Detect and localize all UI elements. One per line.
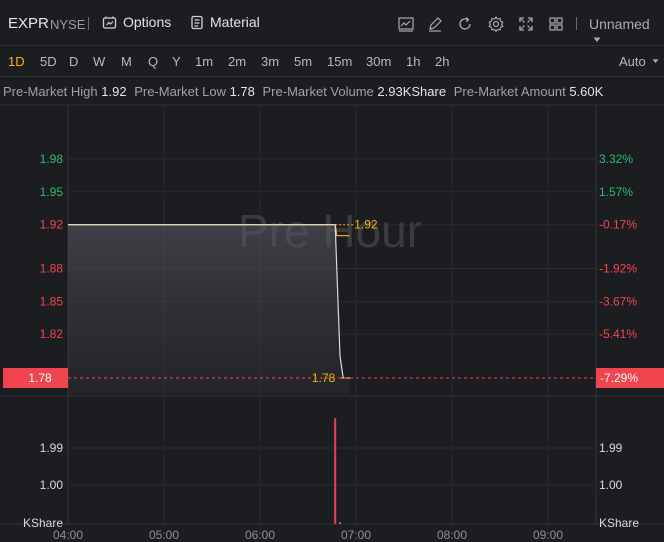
percent-tick-label: 1.57% [599,185,633,199]
volume-tick-label: 1.99 [599,441,623,455]
current-price-label: 1.78 [28,371,52,385]
price-area [68,224,350,394]
price-tick-label: 1.88 [40,262,64,276]
volume-bar [339,522,341,524]
volume-tick-label: 1.00 [599,478,623,492]
volume-tick-label: 1.00 [40,478,64,492]
price-tick-label: 1.92 [40,218,64,232]
high-marker-label: 1.92 [354,218,378,232]
price-tick-label: 1.85 [40,294,64,308]
volume-bar [334,418,337,524]
volume-unit-label: KShare [23,516,63,530]
percent-tick-label: -5.41% [599,327,637,341]
volume-tick-label: 1.99 [40,441,64,455]
time-tick-label: 06:00 [245,528,275,542]
time-tick-label: 07:00 [341,528,371,542]
time-tick-label: 04:00 [53,528,83,542]
time-tick-label: 08:00 [437,528,467,542]
percent-tick-label: -1.92% [599,262,637,276]
chart-series: 1.921.78 [68,218,596,524]
price-tick-label: 1.95 [40,185,64,199]
percent-tick-label: -0.17% [599,218,637,232]
percent-tick-label: -3.67% [599,294,637,308]
price-tick-label: 1.98 [40,152,64,166]
time-tick-label: 09:00 [533,528,563,542]
percent-tick-label: 3.32% [599,152,633,166]
intraday-chart[interactable]: Pre Hour 1.921.78 1.983.32%1.951.57%1.92… [0,0,664,542]
time-tick-label: 05:00 [149,528,179,542]
volume-unit-label: KShare [599,516,639,530]
current-percent-label: -7.29% [600,371,638,385]
price-tick-label: 1.82 [40,327,64,341]
